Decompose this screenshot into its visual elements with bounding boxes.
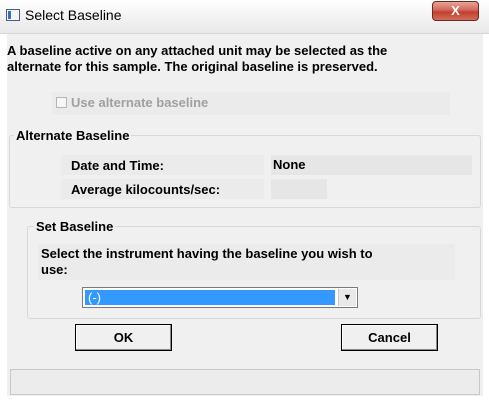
select-baseline-dialog: Select Baseline X A baseline active on a…: [0, 0, 489, 402]
app-window-icon: [6, 9, 20, 21]
window-title: Select Baseline: [25, 7, 122, 23]
info-message-line2: alternate for this sample. The original …: [7, 59, 378, 74]
date-time-label: Date and Time:: [71, 158, 164, 173]
ok-button-label: OK: [113, 330, 134, 345]
close-button[interactable]: X: [432, 1, 479, 21]
instrument-dropdown[interactable]: (-) ▼: [82, 287, 358, 308]
cancel-button-label: Cancel: [368, 330, 411, 345]
info-message: A baseline active on any attached unit m…: [7, 43, 483, 75]
chevron-down-icon[interactable]: ▼: [338, 289, 356, 306]
info-message-line1: A baseline active on any attached unit m…: [7, 43, 388, 58]
use-alternate-baseline-checkbox[interactable]: [56, 97, 67, 108]
use-alternate-baseline-label: Use alternate baseline: [71, 95, 209, 110]
set-baseline-group-title: Set Baseline: [34, 219, 116, 234]
average-kilocounts-value: [271, 179, 327, 199]
cancel-button[interactable]: Cancel: [341, 324, 438, 351]
close-icon: X: [451, 3, 460, 18]
select-instrument-prompt-line1: Select the instrument having the baselin…: [41, 246, 373, 261]
date-time-value: None: [271, 155, 472, 175]
average-kilocounts-label: Average kilocounts/sec:: [71, 182, 221, 197]
ok-button[interactable]: OK: [75, 324, 172, 351]
status-panel: [10, 369, 480, 395]
use-alternate-baseline-row[interactable]: Use alternate baseline: [52, 92, 450, 115]
alternate-baseline-group-title: Alternate Baseline: [14, 128, 132, 143]
dialog-body: A baseline active on any attached unit m…: [7, 34, 483, 396]
title-bar[interactable]: Select Baseline X: [0, 0, 489, 34]
instrument-dropdown-selected: (-): [85, 290, 335, 305]
select-instrument-prompt-line2: use:: [41, 262, 68, 277]
select-instrument-prompt: Select the instrument having the baselin…: [41, 246, 373, 278]
